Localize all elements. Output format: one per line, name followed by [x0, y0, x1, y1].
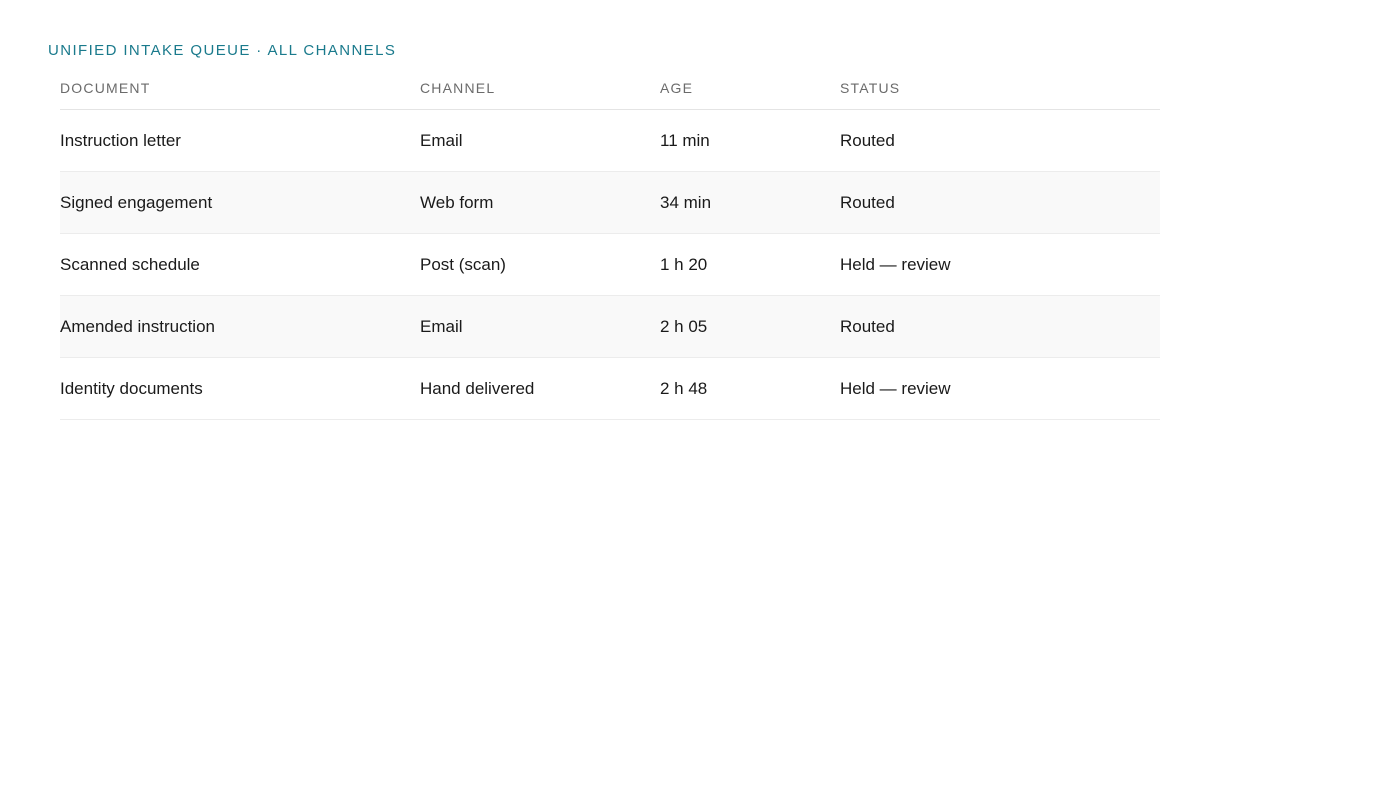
cell-channel: Web form: [420, 171, 660, 234]
cell-age: 2 h 48: [660, 357, 840, 420]
table-row[interactable]: Amended instruction Email 2 h 05 Routed: [60, 295, 1160, 358]
cell-document: Instruction letter: [60, 109, 420, 172]
cell-status: Held — review: [840, 357, 1160, 420]
column-header-document[interactable]: DOCUMENT: [60, 66, 420, 110]
cell-channel: Email: [420, 109, 660, 172]
table-row[interactable]: Scanned schedule Post (scan) 1 h 20 Held…: [60, 233, 1160, 296]
cell-channel: Hand delivered: [420, 357, 660, 420]
table-header: DOCUMENT CHANNEL AGE STATUS: [60, 66, 1160, 110]
cell-document: Scanned schedule: [60, 233, 420, 296]
table-row[interactable]: Signed engagement Web form 34 min Routed: [60, 171, 1160, 234]
cell-status: Held — review: [840, 233, 1160, 296]
queue-title: UNIFIED INTAKE QUEUE · ALL CHANNELS: [48, 42, 397, 59]
cell-age: 11 min: [660, 109, 840, 172]
table-row[interactable]: Instruction letter Email 11 min Routed: [60, 109, 1160, 172]
table-row[interactable]: Identity documents Hand delivered 2 h 48…: [60, 357, 1160, 420]
cell-channel: Post (scan): [420, 233, 660, 296]
column-header-age[interactable]: AGE: [660, 66, 840, 110]
page: UNIFIED INTAKE QUEUE · ALL CHANNELS DOCU…: [0, 0, 1400, 800]
cell-status: Routed: [840, 295, 1160, 358]
intake-queue-table: DOCUMENT CHANNEL AGE STATUS Instruction …: [60, 66, 1160, 420]
cell-age: 1 h 20: [660, 233, 840, 296]
cell-document: Identity documents: [60, 357, 420, 420]
cell-age: 34 min: [660, 171, 840, 234]
cell-status: Routed: [840, 109, 1160, 172]
cell-status: Routed: [840, 171, 1160, 234]
cell-channel: Email: [420, 295, 660, 358]
cell-age: 2 h 05: [660, 295, 840, 358]
column-header-channel[interactable]: CHANNEL: [420, 66, 660, 110]
cell-document: Amended instruction: [60, 295, 420, 358]
cell-document: Signed engagement: [60, 171, 420, 234]
column-header-status[interactable]: STATUS: [840, 66, 1160, 110]
table-body: Instruction letter Email 11 min Routed S…: [60, 109, 1160, 420]
header-row: DOCUMENT CHANNEL AGE STATUS: [60, 66, 1160, 110]
